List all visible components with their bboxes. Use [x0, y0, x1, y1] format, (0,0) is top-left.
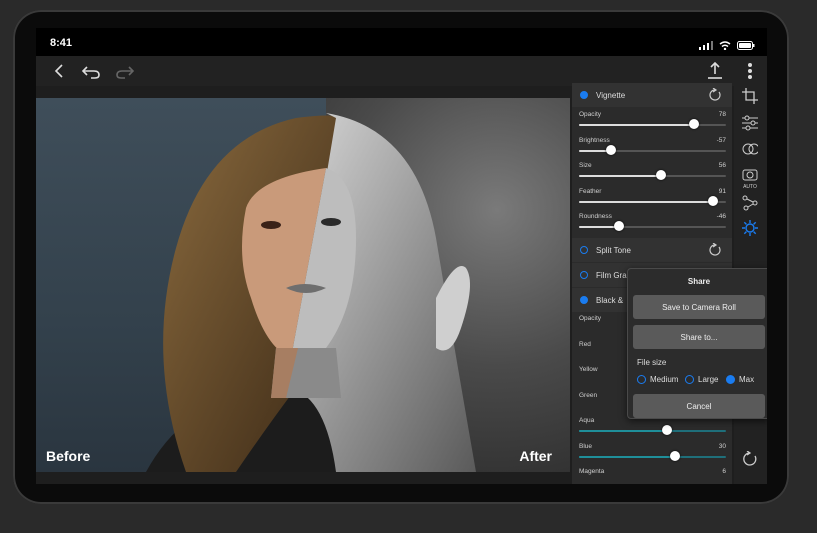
save-to-camera-roll-button[interactable]: Save to Camera Roll [633, 295, 765, 319]
slider-label: Opacity [579, 315, 602, 322]
app-screen: 8:41 Before After Vignette Opacity 78 Br… [36, 28, 767, 484]
back-icon[interactable] [48, 60, 70, 82]
effects-gear-icon[interactable] [742, 220, 758, 236]
slider-track[interactable] [579, 425, 726, 435]
bw-slider-row: Blue 30 [572, 443, 732, 467]
slider-fill [579, 226, 619, 228]
slider-value: 91 [718, 187, 726, 195]
medium-radio[interactable] [637, 375, 646, 384]
slider-fill [579, 455, 675, 458]
split-tone-reset-icon[interactable] [708, 242, 722, 262]
slider-fill [579, 430, 668, 432]
auto-camera-icon[interactable]: AUTO [742, 167, 758, 189]
slider-thumb[interactable] [605, 144, 616, 155]
bw-slider-row: Magenta 6 [572, 468, 732, 484]
top-toolbar [36, 56, 767, 86]
slider-thumb[interactable] [656, 170, 667, 180]
slider-track[interactable] [579, 195, 726, 206]
battery-icon [737, 37, 755, 55]
status-bar: 8:41 [36, 28, 767, 56]
vignette-slider-row: Opacity 78 [572, 111, 732, 135]
portrait-image [146, 113, 476, 472]
slider-thumb[interactable] [669, 450, 680, 461]
slider-value: 78 [718, 111, 726, 118]
slider-thumb[interactable] [662, 425, 673, 435]
slider-label: Feather [579, 187, 602, 195]
split-tone-toggle[interactable] [580, 246, 588, 254]
before-label: Before [46, 448, 91, 464]
file-size-max-option[interactable]: Max [726, 375, 754, 384]
vignette-slider-row: Brightness -57 [572, 137, 732, 161]
slider-label: Size [579, 162, 592, 169]
slider-value: -46 [716, 213, 726, 220]
vignette-header[interactable]: Vignette [572, 83, 732, 107]
slider-fill [579, 200, 713, 203]
after-label: After [519, 448, 552, 464]
slider-fill [579, 124, 694, 126]
nodes-icon[interactable] [742, 195, 758, 211]
file-size-label: File size [637, 358, 667, 367]
slider-label: Red [579, 340, 591, 348]
vignette-toggle[interactable] [580, 91, 588, 99]
cancel-button[interactable]: Cancel [633, 394, 765, 418]
black-white-label: Black & [596, 295, 624, 305]
status-icons [699, 37, 755, 55]
adjust-icon[interactable] [742, 115, 758, 131]
file-size-large-option[interactable]: Large [685, 375, 718, 384]
slider-label: Green [579, 391, 598, 399]
vignette-slider-row: Size 56 [572, 162, 732, 186]
photo-canvas[interactable]: Before After [36, 98, 570, 472]
slider-label: Yellow [579, 366, 598, 373]
blend-icon[interactable] [742, 141, 758, 157]
max-label: Max [739, 375, 755, 384]
slider-thumb[interactable] [613, 221, 624, 231]
vignette-label: Vignette [596, 90, 626, 100]
more-icon[interactable] [739, 60, 761, 82]
signal-icon [699, 37, 713, 55]
slider-value: 30 [718, 442, 726, 450]
vignette-reset-icon[interactable] [708, 87, 722, 107]
slider-label: Opacity [579, 111, 602, 118]
slider-label: Brightness [579, 136, 610, 144]
slider-track[interactable] [579, 170, 726, 180]
share-title: Share [687, 277, 711, 286]
reset-icon[interactable] [742, 451, 758, 467]
film-grain-toggle[interactable] [580, 271, 588, 279]
slider-fill [579, 175, 662, 177]
slider-value: -57 [716, 136, 726, 144]
share-popover: Share Save to Camera Roll Share to... Fi… [627, 268, 767, 419]
slider-track[interactable] [579, 450, 726, 461]
vignette-slider-row: Feather 91 [572, 188, 732, 212]
undo-icon[interactable] [80, 60, 102, 82]
slider-track[interactable] [579, 119, 726, 129]
slider-track[interactable] [579, 144, 726, 155]
file-size-medium-option[interactable]: Medium [637, 375, 678, 384]
slider-value: 6 [722, 468, 726, 475]
slider-thumb[interactable] [688, 119, 699, 129]
slider-label: Magenta [579, 468, 605, 475]
share-to-button[interactable]: Share to... [633, 325, 765, 349]
export-icon[interactable] [704, 60, 726, 82]
max-radio[interactable] [726, 375, 735, 384]
redo-icon[interactable] [114, 60, 136, 82]
split-tone-label: Split Tone [596, 245, 631, 255]
crop-icon[interactable] [742, 88, 758, 104]
vignette-slider-row: Roundness -46 [572, 213, 732, 237]
large-radio[interactable] [685, 375, 694, 384]
status-time: 8:41 [50, 37, 73, 49]
slider-value: 56 [718, 162, 726, 169]
slider-label: Roundness [579, 213, 612, 220]
slider-label: Blue [579, 442, 593, 450]
medium-label: Medium [650, 375, 679, 384]
slider-label: Aqua [579, 417, 595, 424]
large-label: Large [698, 375, 719, 384]
svg-text:AUTO: AUTO [743, 184, 757, 189]
split-tone-header[interactable]: Split Tone [572, 238, 732, 262]
slider-track[interactable] [579, 221, 726, 231]
bw-slider-row: Aqua [572, 417, 732, 441]
wifi-icon [719, 37, 731, 55]
black-white-toggle[interactable] [580, 296, 588, 304]
slider-thumb[interactable] [707, 195, 718, 206]
film-grain-label: Film Gra [596, 270, 627, 280]
